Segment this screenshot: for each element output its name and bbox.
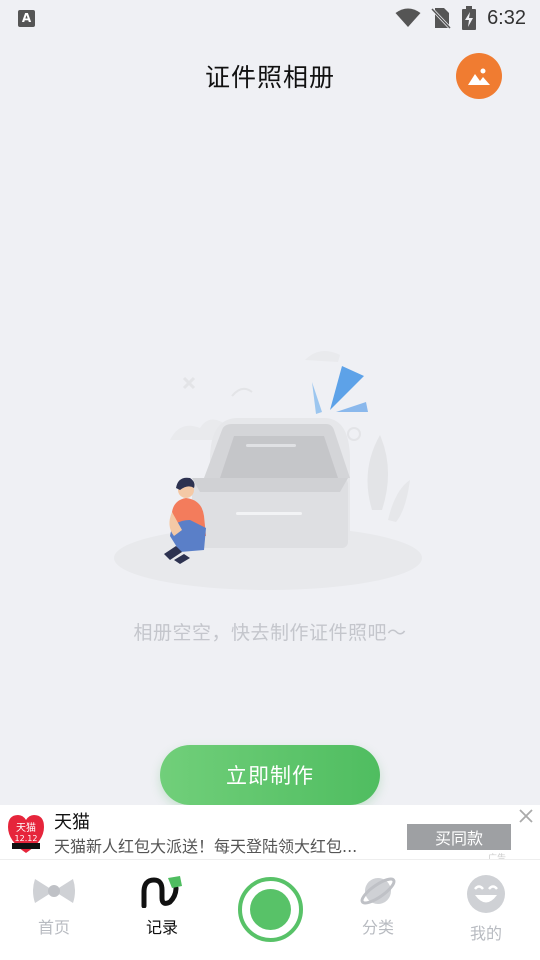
tmall-logo: 天猫 12.12 <box>8 813 44 853</box>
nav-item-record[interactable]: 记录 <box>122 874 202 944</box>
nav-item-home[interactable]: 首页 <box>14 874 94 944</box>
wifi-icon <box>395 8 421 27</box>
ad-title: 天猫 <box>54 812 90 833</box>
status-bar: A 6:32 <box>0 0 540 36</box>
bottom-navigation: 首页 记录 分类 我的 <box>0 859 540 960</box>
tmall-logo-icon: 天猫 12.12 <box>8 815 44 853</box>
ad-buy-same-button[interactable]: 买同款 <box>407 824 511 850</box>
svg-text:12.12: 12.12 <box>15 834 38 843</box>
gallery-button[interactable] <box>456 53 502 99</box>
nav-label-record: 记录 <box>145 918 178 937</box>
app-header: 证件照相册 <box>0 48 540 104</box>
ad-banner[interactable]: 天猫 12.12 天猫 天猫新人红包大派送！每天登陆领大红包... 买同款 广告 <box>0 805 540 859</box>
ad-tag: 广告 <box>488 854 507 859</box>
nav-label-category: 分类 <box>361 918 394 937</box>
empty-album-illustration <box>110 340 430 600</box>
smiley-icon <box>467 875 505 913</box>
bow-icon <box>33 879 75 903</box>
nav-item-mine[interactable]: 我的 <box>446 874 526 944</box>
battery-charging-icon <box>462 6 477 30</box>
ad-description: 天猫新人红包大派送！每天登陆领大红包... <box>54 837 358 856</box>
nav-item-category[interactable]: 分类 <box>338 874 418 944</box>
svg-text:天猫: 天猫 <box>16 821 36 834</box>
record-icon <box>141 876 182 908</box>
create-now-button[interactable]: 立即制作 <box>160 745 380 805</box>
close-icon[interactable] <box>517 807 535 825</box>
no-sim-icon <box>431 7 452 29</box>
clock: 6:32 <box>487 6 526 29</box>
empty-state-message: 相册空空，快去制作证件照吧～ <box>133 622 407 644</box>
planet-icon <box>360 877 396 905</box>
image-icon <box>468 68 490 85</box>
capture-button-inner <box>250 889 291 930</box>
nav-label-mine: 我的 <box>469 924 502 943</box>
nav-label-home: 首页 <box>37 918 70 937</box>
empty-box-illustration <box>114 351 422 590</box>
capture-button[interactable] <box>238 877 303 942</box>
keyboard-indicator-icon: A <box>18 9 35 27</box>
